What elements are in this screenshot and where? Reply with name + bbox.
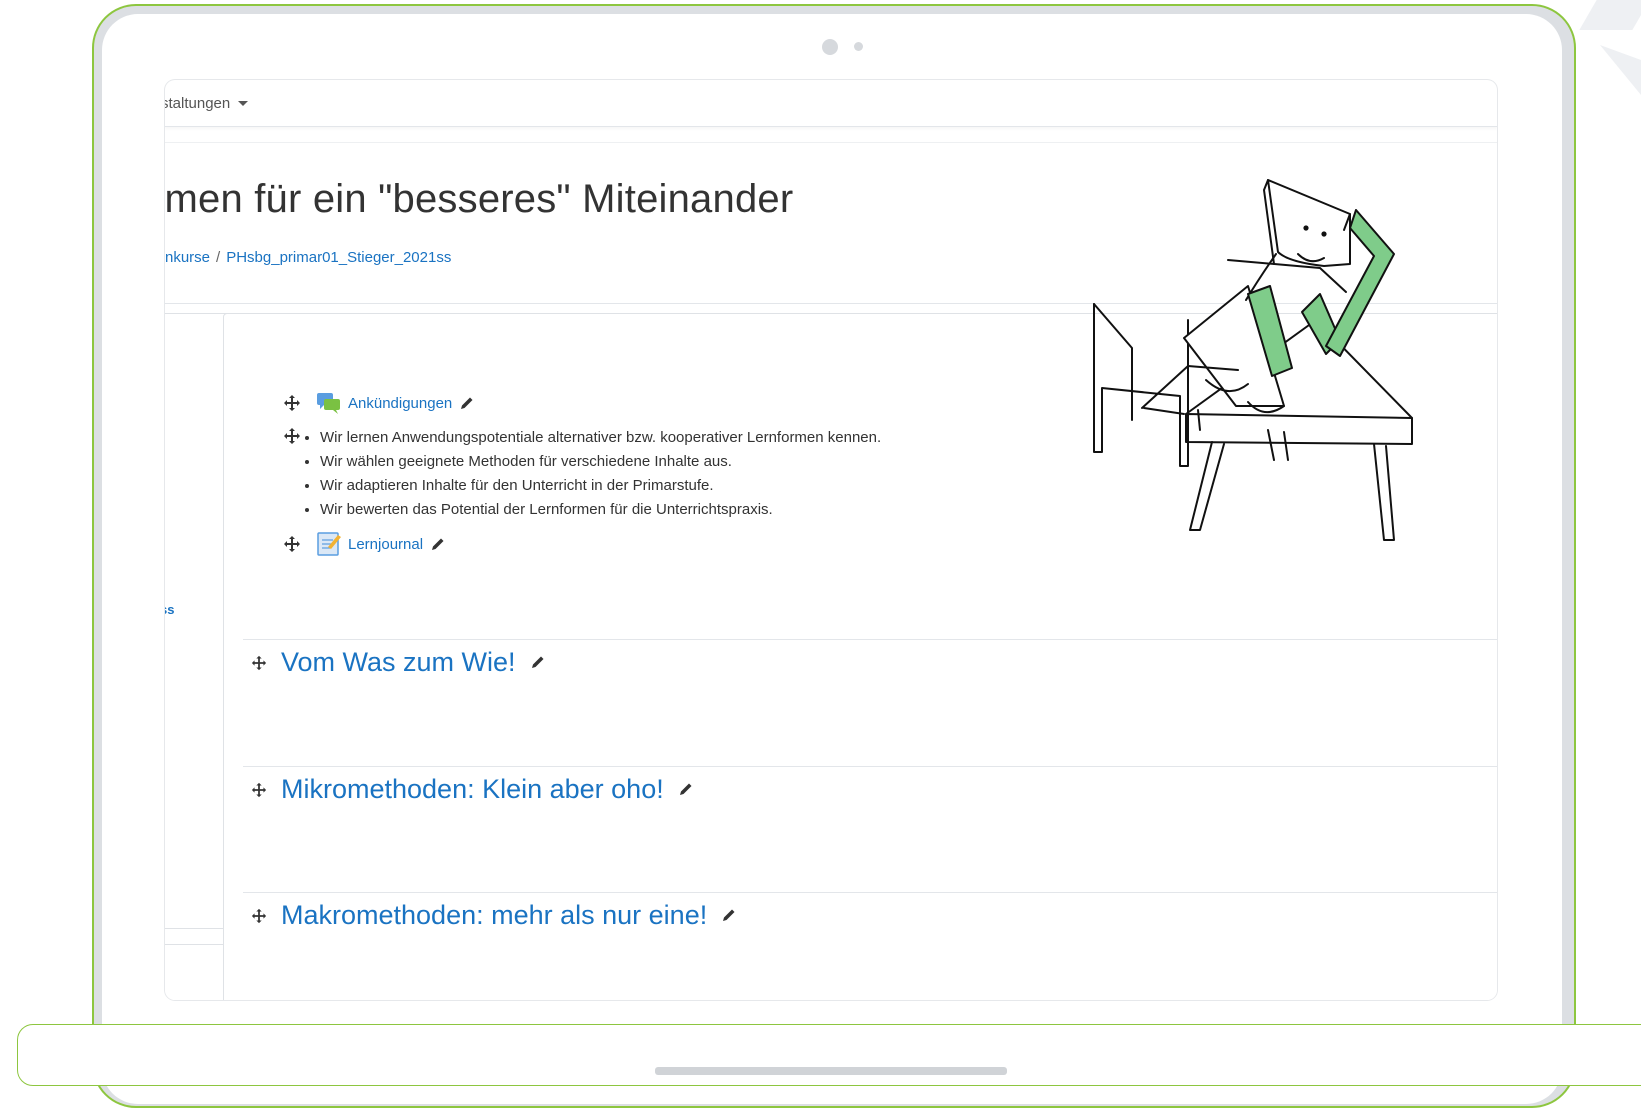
section-divider (243, 766, 1497, 767)
section-vom-was-zum-wie: Vom Was zum Wie! (251, 647, 545, 678)
laptop-base (17, 1024, 1641, 1086)
section-title[interactable]: Vom Was zum Wie! (281, 647, 516, 678)
move-icon[interactable] (283, 535, 301, 553)
announcements-link[interactable]: Ankündigungen (348, 395, 452, 412)
learning-goals-list: Wir lernen Anwendungspotentiale alternat… (300, 426, 881, 522)
pencil-icon[interactable] (430, 537, 445, 552)
breadcrumb-item-courses[interactable]: nkurse (165, 249, 210, 266)
caret-down-icon (238, 100, 249, 106)
move-icon[interactable] (251, 655, 267, 671)
decorative-corner-shape (1600, 45, 1641, 95)
pencil-icon[interactable] (721, 908, 736, 923)
list-item: Wir adaptieren Inhalte für den Unterrich… (320, 474, 881, 498)
pencil-icon[interactable] (678, 782, 693, 797)
breadcrumb-separator: / (216, 249, 221, 266)
move-icon[interactable] (251, 908, 267, 924)
sidebar-link-fragment[interactable]: ss (165, 602, 174, 617)
nav-menu-label: staltungen (165, 94, 231, 112)
section-title[interactable]: Mikromethoden: Klein aber oho! (281, 774, 664, 805)
pencil-icon[interactable] (459, 396, 474, 411)
list-item: Wir bewerten das Potential der Lernforme… (320, 498, 881, 522)
section-divider (243, 639, 1497, 640)
pencil-icon[interactable] (530, 655, 545, 670)
move-icon[interactable] (283, 394, 301, 412)
assignment-icon (317, 532, 341, 556)
illustration-book-character (1093, 179, 1413, 541)
section-mikromethoden: Mikromethoden: Klein aber oho! (251, 774, 693, 805)
list-item: Wir lernen Anwendungspotentiale alternat… (320, 426, 881, 450)
camera-sensor-icon (854, 42, 863, 51)
forum-icon (317, 393, 340, 414)
breadcrumb-item-course[interactable]: PHsbg_primar01_Stieger_2021ss (226, 249, 451, 266)
decorative-corner-shape (1579, 0, 1641, 30)
section-makromethoden: Makromethoden: mehr als nur eine! (251, 900, 736, 931)
top-navigation: staltungen (165, 80, 1497, 127)
laptop-hinge-slot (655, 1067, 1007, 1075)
section-divider (243, 892, 1497, 893)
move-icon[interactable] (283, 427, 301, 445)
activity-journal: Lernjournal (283, 531, 445, 557)
page-title: rmen für ein "besseres" Miteinander (165, 177, 794, 221)
activity-announcements: Ankündigungen (283, 391, 474, 415)
nav-menu-courses[interactable]: staltungen (165, 94, 249, 112)
journal-link[interactable]: Lernjournal (348, 536, 423, 553)
camera-icon (822, 39, 838, 55)
section-title[interactable]: Makromethoden: mehr als nur eine! (281, 900, 707, 931)
list-item: Wir wählen geeignete Methoden für versch… (320, 450, 881, 474)
breadcrumb: nkurse / PHsbg_primar01_Stieger_2021ss (165, 249, 451, 266)
move-icon[interactable] (251, 782, 267, 798)
